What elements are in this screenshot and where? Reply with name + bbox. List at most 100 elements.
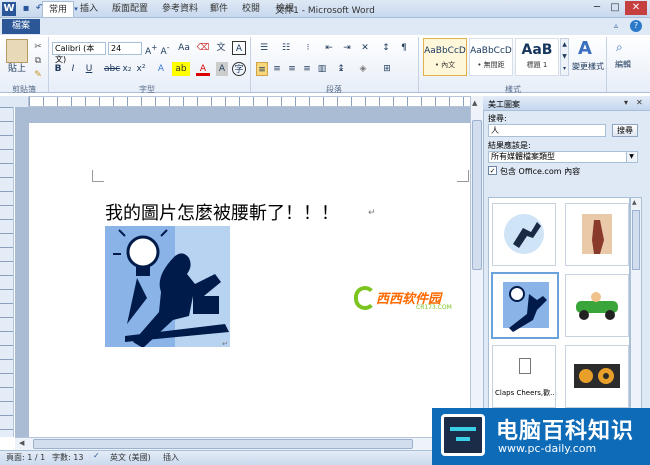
tab-home[interactable]: 常用 xyxy=(42,1,74,17)
style-heading-1[interactable]: AaB 標題 1 xyxy=(515,38,559,76)
media-type-value: 所有媒體檔案類型 xyxy=(491,152,555,161)
close-icon[interactable]: ✕ xyxy=(625,1,647,15)
clear-format-icon[interactable]: ⌫ xyxy=(196,41,210,55)
tab-references[interactable]: 參考資料 xyxy=(158,1,202,17)
underline-icon[interactable]: U xyxy=(83,62,95,76)
enclose-char-icon[interactable]: 字 xyxy=(232,62,246,76)
status-words[interactable]: 字數: 13 xyxy=(52,452,83,463)
multilevel-list-icon[interactable]: ⁝ xyxy=(300,41,316,55)
clipart-thumb-runner[interactable] xyxy=(492,203,556,266)
clipart-thumb-gears[interactable] xyxy=(565,345,629,408)
sort-icon[interactable]: ↕ xyxy=(380,41,392,55)
scroll-left-icon[interactable]: ◀ xyxy=(19,439,24,447)
vertical-scrollbar[interactable]: ▲ xyxy=(470,96,483,437)
borders-icon[interactable]: ⊞ xyxy=(380,62,394,76)
tab-page-layout[interactable]: 版面配置 xyxy=(108,1,152,17)
highlight-icon[interactable]: ab xyxy=(172,62,190,76)
format-painter-icon[interactable]: ✎ xyxy=(32,68,44,82)
pane-menu-icon[interactable]: ▾ xyxy=(624,98,628,107)
ribbon-minimize-icon[interactable]: ▵ xyxy=(614,21,618,30)
clipart-thumb-woman[interactable] xyxy=(565,203,629,266)
bold-icon[interactable]: B xyxy=(53,62,63,76)
scroll-thumb[interactable] xyxy=(632,210,640,270)
justify-icon[interactable]: ≡ xyxy=(301,62,313,76)
search-input[interactable]: 人 xyxy=(488,124,606,137)
style-normal[interactable]: AaBbCcD • 內文 xyxy=(423,38,467,76)
phonetic-icon[interactable]: 文 xyxy=(214,41,228,55)
text-effects-icon[interactable]: A xyxy=(154,62,168,76)
superscript-icon[interactable]: x² xyxy=(135,62,147,76)
change-styles-button[interactable]: 變更樣式 xyxy=(572,60,604,74)
show-marks-icon[interactable]: ¶ xyxy=(398,41,410,55)
clipart-thumb-sound[interactable]: Claps Cheers,歡... xyxy=(492,345,556,408)
tab-view[interactable]: 檢視 xyxy=(272,1,298,17)
pane-close-icon[interactable]: ✕ xyxy=(636,98,643,107)
tab-mailings[interactable]: 郵件 xyxy=(206,1,232,17)
style-name: 標題 1 xyxy=(526,61,548,69)
chinese-layout-icon[interactable]: ✕ xyxy=(358,41,372,55)
clipart-image[interactable] xyxy=(105,226,230,348)
media-type-select[interactable]: 所有媒體檔案類型 ▼ xyxy=(488,151,638,163)
status-mode[interactable]: 插入 xyxy=(163,452,179,463)
clipart-thumb-car[interactable] xyxy=(565,274,629,337)
cut-icon[interactable]: ✂ xyxy=(32,40,44,54)
editing-button[interactable]: 編輯 xyxy=(610,58,636,72)
clipart-scrollbar[interactable]: ▲ xyxy=(630,197,642,412)
font-color-icon[interactable]: A xyxy=(196,62,210,76)
align-right-icon[interactable]: ≡ xyxy=(286,62,298,76)
char-border-icon[interactable]: A xyxy=(232,41,246,55)
line-spacing-icon[interactable]: ↨ xyxy=(334,62,348,76)
subscript-icon[interactable]: x₂ xyxy=(121,62,133,76)
font-size-combo[interactable]: 24 xyxy=(108,42,142,55)
copy-icon[interactable]: ⧉ xyxy=(32,54,44,68)
font-name-combo[interactable]: Calibri (本文) xyxy=(52,42,106,64)
ruler-corner[interactable] xyxy=(0,96,28,107)
find-icon[interactable]: ⌕ xyxy=(616,40,623,55)
shading-icon[interactable]: ◈ xyxy=(356,62,370,76)
styles-scroll[interactable]: ▲ ▼ ▾ xyxy=(560,38,569,76)
search-button[interactable]: 搜尋 xyxy=(612,124,638,137)
scroll-up-icon[interactable]: ▲ xyxy=(632,199,637,206)
group-separator xyxy=(418,37,419,92)
proofing-icon[interactable]: ✓ xyxy=(93,451,100,460)
minimize-icon[interactable]: ─ xyxy=(589,1,605,15)
align-left-icon[interactable]: ≡ xyxy=(256,62,268,76)
bullets-icon[interactable]: ☰ xyxy=(256,41,272,55)
scroll-up-icon[interactable]: ▲ xyxy=(472,99,477,107)
style-name: • 無間距 xyxy=(477,61,505,69)
horizontal-ruler[interactable] xyxy=(28,96,472,107)
char-shading-icon[interactable]: A xyxy=(216,62,228,76)
increase-indent-icon[interactable]: ⇥ xyxy=(340,41,354,55)
italic-icon[interactable]: I xyxy=(68,62,78,76)
align-center-icon[interactable]: ≡ xyxy=(271,62,283,76)
numbering-icon[interactable]: ☷ xyxy=(278,41,294,55)
change-styles-icon[interactable]: A xyxy=(578,38,592,59)
include-office-checkbox[interactable]: ✓ xyxy=(488,166,497,175)
chevron-down-icon[interactable]: ▼ xyxy=(626,152,636,162)
tab-file[interactable]: 檔案 xyxy=(2,19,40,34)
horizontal-scrollbar[interactable]: ◀ xyxy=(15,437,470,450)
clipart-thumb-businessman[interactable] xyxy=(491,272,559,339)
strikethrough-icon[interactable]: abc xyxy=(104,62,120,76)
paste-button[interactable]: 貼上 xyxy=(4,62,30,76)
status-page[interactable]: 頁面: 1 / 1 xyxy=(6,452,45,463)
hscroll-thumb[interactable] xyxy=(33,439,413,449)
help-icon[interactable]: ? xyxy=(630,20,642,32)
scroll-thumb[interactable] xyxy=(472,120,482,270)
status-language[interactable]: 英文 (美國) xyxy=(110,452,151,463)
grow-font-icon[interactable]: A+ xyxy=(145,41,157,57)
tab-insert[interactable]: 插入 xyxy=(76,1,102,17)
change-case-icon[interactable]: Aa xyxy=(176,41,192,55)
decrease-indent-icon[interactable]: ⇤ xyxy=(322,41,336,55)
paragraph-group-label: 段落 xyxy=(326,85,342,94)
shrink-font-icon[interactable]: A- xyxy=(159,41,171,57)
vertical-ruler[interactable] xyxy=(0,107,14,437)
margin-corner-mark xyxy=(92,170,104,182)
maximize-icon[interactable]: □ xyxy=(607,1,623,15)
style-no-spacing[interactable]: AaBbCcD • 無間距 xyxy=(469,38,513,76)
paste-icon[interactable] xyxy=(6,39,28,63)
tab-review[interactable]: 校閱 xyxy=(238,1,264,17)
include-office-label: 包含 Office.com 內容 xyxy=(500,167,581,176)
document-text[interactable]: 我的圖片怎麼被腰斬了！！！ xyxy=(105,199,339,225)
distributed-icon[interactable]: ▥ xyxy=(316,62,328,76)
